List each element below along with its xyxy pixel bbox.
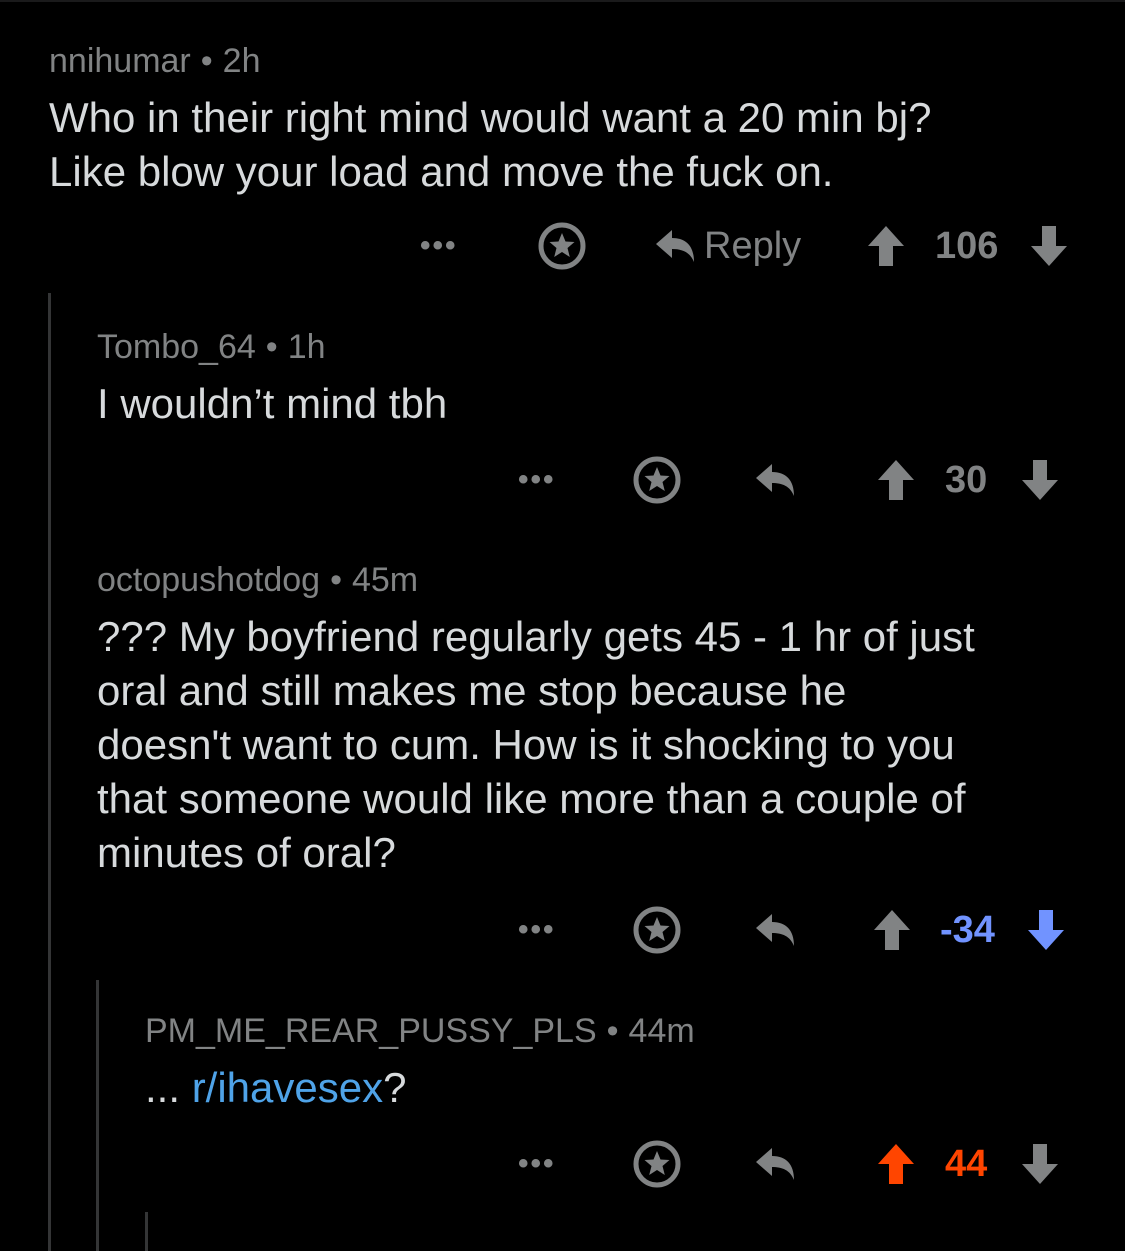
upvote-button[interactable] (866, 216, 906, 276)
more-options-button[interactable]: ••• (518, 900, 556, 960)
upvote-button-active[interactable] (876, 1134, 916, 1194)
award-icon (633, 456, 681, 504)
award-button[interactable] (633, 1134, 681, 1194)
comment-line: Like blow your load and move the fuck on… (49, 148, 834, 195)
comment-line: that someone would like more than a coup… (97, 775, 966, 822)
downvote-button[interactable] (1020, 450, 1060, 510)
meta-separator: • (200, 42, 213, 80)
meta-separator: • (330, 561, 342, 599)
comment-pm-me-rear-pussy-pls: PM_ME_REAR_PUSSY_PLS • 44m ... r/ihavesex? (145, 1012, 1105, 1115)
downvote-button[interactable] (1020, 1134, 1060, 1194)
comment-line: Who in their right mind would want a 20 … (49, 94, 932, 141)
author-name[interactable]: Tombo_64 (97, 328, 256, 366)
comment-actions: ••• 30 (0, 450, 1125, 510)
reply-button[interactable]: Reply (652, 216, 801, 276)
thread-line-level-1[interactable] (48, 293, 51, 1251)
comment-meta: PM_ME_REAR_PUSSY_PLS • 44m (145, 1012, 1105, 1051)
more-options-button[interactable]: ••• (518, 450, 556, 510)
reply-arrow-icon (656, 230, 694, 262)
upvote-arrow-icon (878, 460, 914, 500)
downvote-arrow-icon (1028, 910, 1064, 950)
comment-body: Who in their right mind would want a 20 … (49, 91, 1109, 199)
more-options-button[interactable]: ••• (518, 1134, 556, 1194)
meta-separator: • (265, 328, 278, 366)
author-name[interactable]: nnihumar (49, 42, 191, 80)
comment-text-prefix: ... (145, 1064, 192, 1111)
comment-meta: nnihumar • 2h (49, 42, 1109, 81)
reply-arrow-icon (756, 914, 794, 946)
thread-line-level-3[interactable] (145, 1212, 148, 1251)
award-button[interactable] (538, 216, 586, 276)
comment-nnihumar: nnihumar • 2h Who in their right mind woul… (49, 42, 1109, 199)
comment-body: ... r/ihavesex? (145, 1061, 1105, 1115)
downvote-button[interactable] (1029, 216, 1069, 276)
upvote-button[interactable] (872, 900, 912, 960)
reply-button[interactable] (752, 450, 798, 510)
downvote-arrow-icon (1022, 460, 1058, 500)
award-icon (538, 222, 586, 270)
comment-body: ??? My boyfriend regularly gets 45 - 1 h… (97, 610, 1107, 880)
comment-actions: ••• 44 (0, 1134, 1125, 1194)
score: 106 (935, 224, 999, 267)
author-name[interactable]: octopushotdog (97, 561, 320, 599)
reply-label: Reply (704, 224, 802, 267)
upvote-button[interactable] (876, 450, 916, 510)
comment-line: doesn't want to cum. How is it shocking … (97, 721, 955, 768)
score: -34 (940, 908, 995, 951)
award-button[interactable] (633, 900, 681, 960)
comment-time: 44m (628, 1012, 695, 1050)
upvote-arrow-icon (874, 910, 910, 950)
comment-time: 45m (351, 561, 419, 599)
comment-tombo-64: Tombo_64 • 1h I wouldn’t mind tbh (97, 328, 1107, 431)
meta-separator: • (606, 1012, 619, 1050)
reply-button[interactable] (752, 900, 798, 960)
comment-line: oral and still makes me stop because he (97, 667, 847, 714)
comment-actions: ••• -34 (0, 900, 1125, 960)
comment-actions: ••• Reply 106 (0, 216, 1125, 276)
comment-time: 1h (287, 328, 326, 366)
comment-meta: Tombo_64 • 1h (97, 328, 1107, 367)
award-icon (633, 906, 681, 954)
downvote-arrow-icon (1031, 226, 1067, 266)
comment-octopushotdog: octopushotdog • 45m ??? My boyfriend regul… (97, 561, 1107, 880)
reply-arrow-icon (756, 464, 794, 496)
subreddit-link[interactable]: r/ihavesex (192, 1064, 383, 1111)
comment-body: I wouldn’t mind tbh (97, 377, 1107, 431)
award-button[interactable] (633, 450, 681, 510)
downvote-button-active[interactable] (1026, 900, 1066, 960)
more-options-button[interactable]: ••• (420, 216, 458, 276)
thread-line-level-2[interactable] (96, 980, 99, 1251)
upvote-arrow-icon (868, 226, 904, 266)
top-divider (0, 0, 1125, 2)
score: 30 (945, 458, 988, 501)
reply-arrow-icon (756, 1148, 794, 1180)
comment-line: ??? My boyfriend regularly gets 45 - 1 h… (97, 613, 975, 660)
comment-line: I wouldn’t mind tbh (97, 380, 448, 427)
upvote-arrow-icon (878, 1144, 914, 1184)
comment-text-suffix: ? (383, 1064, 407, 1111)
comment-meta: octopushotdog • 45m (97, 561, 1107, 600)
reply-button[interactable] (752, 1134, 798, 1194)
score: 44 (945, 1142, 988, 1185)
award-icon (633, 1140, 681, 1188)
downvote-arrow-icon (1022, 1144, 1058, 1184)
author-name[interactable]: PM_ME_REAR_PUSSY_PLS (145, 1012, 597, 1050)
comment-line: minutes of oral? (97, 829, 396, 876)
comment-time: 2h (222, 42, 261, 80)
